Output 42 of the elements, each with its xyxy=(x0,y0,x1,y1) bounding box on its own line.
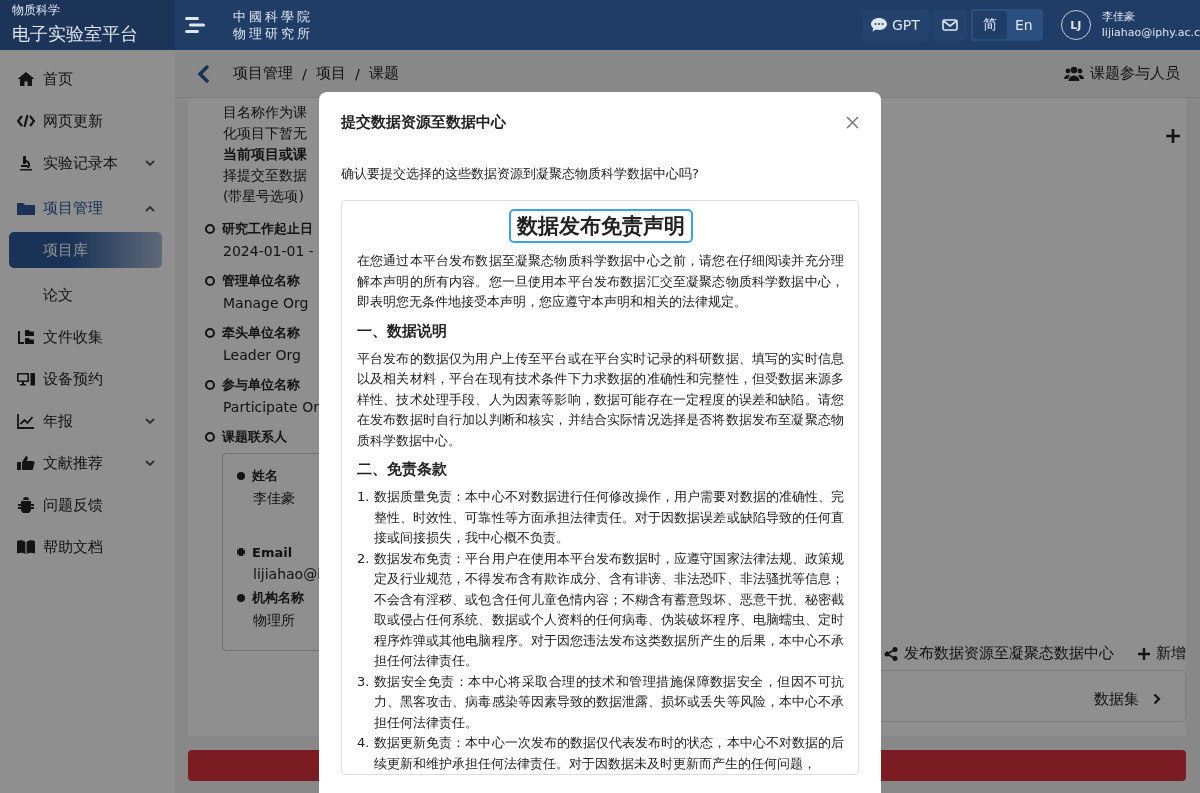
intro-text: (带星号选项) xyxy=(222,187,305,206)
field-label: 姓名 xyxy=(252,467,278,485)
field-value: lijiahao@i xyxy=(252,566,323,582)
notice-paragraph: 在您通过本平台发布数据至凝聚态物质科学数据中心之前，请您在仔细阅读并充分理解本声明的所有内容。您一旦使用本平台发布数据汇交至凝聚态物质科学数据中心，即表明您无条件地接受本声明，您应遵守本声明和相关的法律规定。 xyxy=(357,252,844,311)
brand-subtitle: 物质科学 xyxy=(12,2,61,19)
breadcrumb-separator: / xyxy=(354,65,360,82)
clause-text: 数据发布免责：平台用户在使用本平台发布数据时，应遵守国家法律法规、政策规定及行业规范，不得发布含有欺诈成分、含有诽谤、非法恐吓、非法骚扰等信息；不会含有淫秽、或包含任何儿童色情内容；不糊含有蓄意毁坏、恶意干扰、秘密截取或侵占任何系统、数据或个人资料的任何病毒、伪装破坏程序、电脑蠕虫、定时程序炸弹或其他电脑程序。对于因您违法发布这类数据所产生的后果，本中心不承担任何法律责任。 xyxy=(374,549,844,670)
field-label: 牵头单位名称 xyxy=(222,324,300,342)
confirm-question: 确认要提交选择的这些数据资源到凝聚态物质科学数据中心吗? xyxy=(341,165,700,183)
breadcrumb-separator: / xyxy=(302,65,307,82)
list-number: 2. xyxy=(357,549,371,568)
intro-text: 择提交至数据 xyxy=(222,166,308,185)
modal-title: 提交数据资源至数据中心 xyxy=(341,112,506,132)
field-label: 机构名称 xyxy=(252,589,304,607)
section-heading: 一、数据说明 xyxy=(357,321,448,341)
intro-text: 目名称作为课 xyxy=(222,103,308,122)
logo-text: 物理研究所 xyxy=(233,25,313,42)
clause-text: 数据更新免责：本中心一次发布的数据仅代表发布时的状态，本中心不对数据的后续更新和维护承担任何法律责任。对于因数据未及时更新而产生的任何问题， xyxy=(374,734,844,773)
field-label: 课题联系人 xyxy=(222,428,287,446)
field-label: 管理单位名称 xyxy=(222,272,300,290)
clause-text: 数据质量免责：本中心不对数据进行任何修改操作，用户需要对数据的准确性、完整性、时效性、可靠性等方面承担法律责任。对于因数据误差或缺陷导致的任何直接或间接损失，我中心概不负责。 xyxy=(374,488,844,547)
notice-paragraph: 平台发布的数据仅为用户上传至平台或在平台实时记录的科研数据、填写的实时信息以及相关材料，平台在现有技术条件下力求数据的准确性和完整性，但受数据来源多样性、技术处理手段、人为因素等影响，数据可能存在一定程度的误差和缺陷。请您在发布数据时自行加以判断和核实，并结合实际情况选择是否将数据发布至凝聚态物质科学数据中心。 xyxy=(357,349,844,450)
list-number: 4. xyxy=(357,734,371,752)
field-label: Email xyxy=(252,544,293,560)
field-value: Manage Org xyxy=(222,295,310,311)
field-label: 参与单位名称 xyxy=(222,376,300,394)
intro-text: 化项目下暂无 xyxy=(222,124,308,143)
section-heading: 二、免责条款 xyxy=(357,460,448,479)
user-name: 李佳豪 xyxy=(1101,9,1136,25)
field-value: Leader Org xyxy=(222,347,302,363)
list-number: 1. xyxy=(357,488,371,506)
field-label: 研究工作起止日 xyxy=(222,220,313,238)
notice-title: 数据发布免责声明 xyxy=(508,209,693,243)
list-number: 3. xyxy=(357,672,371,691)
logo-text: 中國科學院 xyxy=(233,8,313,25)
brand-title: 电子实验室平台 xyxy=(12,22,139,46)
field-value: Participate Or xyxy=(222,399,320,415)
field-value: 物理所 xyxy=(252,612,296,630)
clause-text: 数据安全免责：本中心将采取合理的技术和管理措施保障数据安全，但因不可抗力、黑客攻击、病毒感染等因素导致的数据泄露、损坏或丢失等风险，本中心不承担任何法律责任。 xyxy=(374,672,844,732)
user-email: lijiahao@iphy.ac.c xyxy=(1101,25,1200,41)
intro-text: 当前项目或课 xyxy=(222,145,308,164)
field-value: 2024-01-01 - xyxy=(222,243,315,259)
